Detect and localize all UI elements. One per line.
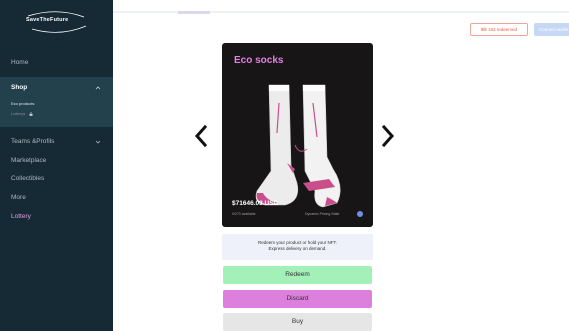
redeem-info-box: Redeem your product or hold your NFT. Ex… xyxy=(222,234,373,260)
product-availability: 0/270 available xyxy=(232,212,256,216)
logo-text: SaveTheFuture xyxy=(26,17,69,23)
sidebar-subitem-lotterys[interactable]: Lotterys xyxy=(11,111,33,116)
sidebar-item-marketplace[interactable]: Marketplace xyxy=(0,154,113,168)
lock-icon xyxy=(29,112,33,116)
product-title: Eco socks xyxy=(234,55,284,66)
redeem-info-line-2: Express delivery on demand. xyxy=(268,246,327,251)
sidebar-item-collectibles[interactable]: Collectibles xyxy=(0,172,113,186)
product-price: $71646.03 USD xyxy=(232,200,279,207)
brand-logo[interactable]: SaveTheFuture xyxy=(22,9,92,37)
chevron-right-icon[interactable] xyxy=(379,124,397,148)
connect-wallet-button[interactable]: Connect wallet xyxy=(534,23,569,36)
chevron-up-icon[interactable] xyxy=(95,85,101,91)
tickets-button[interactable]: 🎟 183 redeemed xyxy=(470,23,528,36)
dynamic-pricing-label: Dynamic Pricing State xyxy=(305,212,340,216)
chevron-left-icon[interactable] xyxy=(192,124,210,148)
sidebar-item-more[interactable]: More xyxy=(0,191,113,205)
discard-button[interactable]: Discard xyxy=(223,290,372,308)
sidebar-group-shop: Shop Eco products Lotterys xyxy=(0,77,113,127)
sidebar: SaveTheFuture Home Shop Eco products Lot… xyxy=(0,0,113,331)
sidebar-subitem-eco-products[interactable]: Eco products xyxy=(11,101,34,106)
logo-swoosh-icon xyxy=(27,11,87,33)
chevron-down-icon[interactable] xyxy=(95,139,101,145)
sidebar-subitem-label: Lotterys xyxy=(11,111,26,116)
top-tab-indicator xyxy=(178,11,210,14)
buy-button[interactable]: Buy xyxy=(223,313,372,331)
sidebar-item-home[interactable]: Home xyxy=(0,56,113,70)
redeem-button[interactable]: Redeem xyxy=(223,266,372,284)
info-icon[interactable] xyxy=(357,211,363,217)
sidebar-item-lottery[interactable]: Lottery xyxy=(0,210,113,224)
